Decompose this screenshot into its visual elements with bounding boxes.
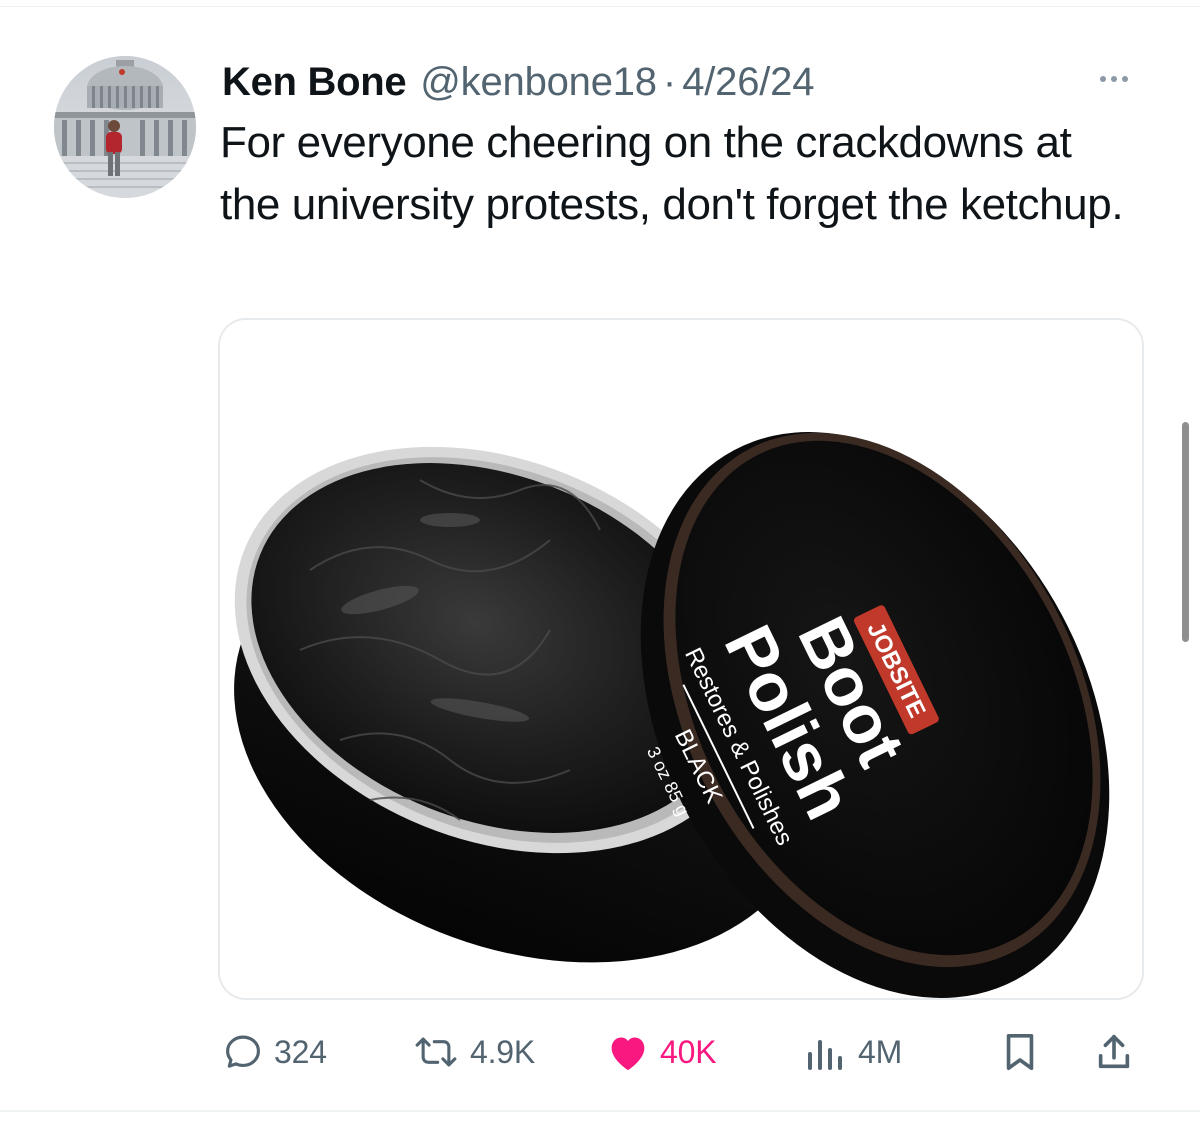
views-icon <box>804 1032 848 1072</box>
views-count: 4M <box>858 1033 903 1070</box>
views-button[interactable]: 4M <box>804 1024 902 1080</box>
bookmark-icon <box>1000 1031 1040 1073</box>
avatar[interactable] <box>54 56 196 198</box>
avatar-capitol-photo <box>54 56 196 198</box>
author-handle[interactable]: @kenbone18 <box>420 54 657 110</box>
repost-icon <box>412 1031 460 1073</box>
reply-count: 324 <box>274 1033 327 1070</box>
header-separator: · <box>662 60 677 104</box>
bottom-divider <box>0 1110 1200 1112</box>
repost-count: 4.9K <box>470 1033 536 1070</box>
repost-button[interactable]: 4.9K <box>412 1024 535 1080</box>
scrollbar-thumb[interactable] <box>1182 422 1189 642</box>
more-options-button[interactable] <box>1092 62 1136 96</box>
share-icon <box>1094 1031 1134 1073</box>
like-button[interactable]: 40K <box>606 1024 717 1080</box>
share-button[interactable] <box>1094 1024 1134 1080</box>
like-count: 40K <box>660 1033 717 1070</box>
boot-polish-tin-illustration: JOBSITE Boot Polish Restores & Polishes … <box>220 320 1142 998</box>
tweet-media-image[interactable]: JOBSITE Boot Polish Restores & Polishes … <box>218 318 1144 1000</box>
reply-button[interactable]: 324 <box>222 1024 327 1080</box>
like-icon <box>606 1032 650 1072</box>
tweet-header: Ken Bone @kenbone18 · 4/26/24 <box>222 54 814 110</box>
bookmark-button[interactable] <box>1000 1024 1040 1080</box>
tweet-action-bar: 324 4.9K 40K 4M <box>218 1024 1144 1080</box>
reply-icon <box>222 1031 264 1073</box>
author-name[interactable]: Ken Bone <box>222 54 407 110</box>
tweet-text: For everyone cheering on the crackdowns … <box>220 118 1124 229</box>
top-divider <box>0 6 1200 7</box>
more-icon <box>1100 76 1106 82</box>
tweet-date[interactable]: 4/26/24 <box>682 54 814 110</box>
